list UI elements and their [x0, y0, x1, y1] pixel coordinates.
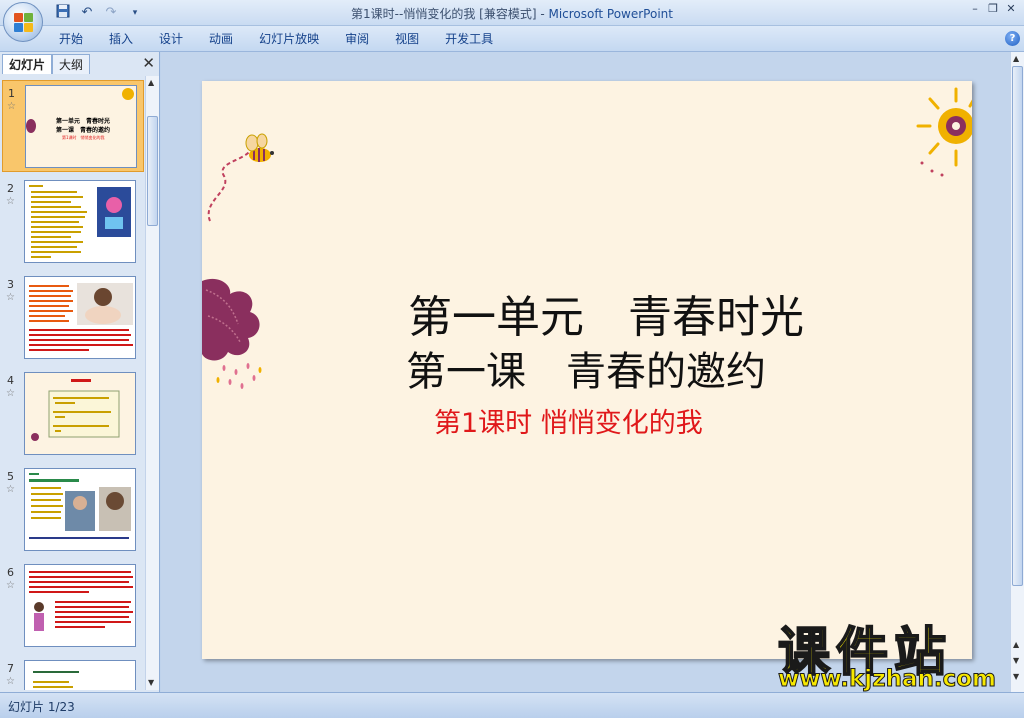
window-title: 第1课时--悄悄变化的我 [兼容模式] - Microsoft PowerPoi… [0, 5, 1024, 22]
slide-thumbnail-6[interactable]: 6 ☆ [2, 560, 144, 652]
thumbnail-image [24, 372, 136, 455]
thumbnails-scrollbar[interactable]: ▲ ▼ [145, 76, 159, 690]
minimize-icon[interactable]: – [968, 2, 982, 16]
bee-icon [207, 133, 274, 222]
restore-icon[interactable]: ❐ [986, 2, 1000, 16]
tab-review[interactable]: 审阅 [332, 26, 382, 52]
slide-scrollbar[interactable]: ▲ ▲ ▼ ▼ [1010, 52, 1024, 692]
thumbnail-image [24, 468, 136, 551]
current-slide[interactable]: 第一单元 青春时光 第一课 青春的邀约 第1课时 悄悄变化的我 [202, 81, 972, 659]
ribbon-tabs: 开始 插入 设计 动画 幻灯片放映 审阅 视图 开发工具 [46, 26, 506, 52]
thumbnail-number: 7 [7, 662, 14, 675]
scrollbar-thumb[interactable] [147, 116, 158, 226]
thumbnail-number: 4 [7, 374, 14, 387]
thumbnail-number: 2 [7, 182, 14, 195]
scroll-up-icon[interactable]: ▲ [148, 78, 154, 87]
title-bar: ↶ ↷ ▾ 第1课时--悄悄变化的我 [兼容模式] - Microsoft Po… [0, 0, 1024, 26]
sun-icon [916, 87, 972, 177]
help-icon[interactable]: ? [1005, 31, 1020, 46]
animation-star-icon: ☆ [7, 101, 16, 112]
ribbon: 开始 插入 设计 动画 幻灯片放映 审阅 视图 开发工具 ? [0, 26, 1024, 52]
slide-thumbnail-2[interactable]: 2 ☆ [2, 176, 144, 268]
office-button[interactable] [3, 2, 43, 42]
thumbnail-number: 5 [7, 470, 14, 483]
thumbnail-image [24, 276, 136, 359]
status-bar: 幻灯片 1/23 [0, 692, 1024, 718]
watermark-url: www.kjzhan.com [778, 666, 997, 693]
tab-slides[interactable]: 幻灯片 [2, 54, 53, 74]
slide-title-line1[interactable]: 第一单元 青春时光 [408, 281, 804, 345]
thumbnail-image [24, 180, 136, 263]
tab-developer[interactable]: 开发工具 [432, 26, 506, 52]
animation-star-icon: ☆ [6, 484, 15, 495]
slide-thumbnail-1[interactable]: 1 ☆ 第一单元 青春时光 第一课 青春的邀约 第1课时 悄悄变化的我 [2, 80, 144, 172]
pane-close-icon[interactable]: ✕ [142, 54, 155, 72]
tab-design[interactable]: 设计 [146, 26, 196, 52]
tab-view[interactable]: 视图 [382, 26, 432, 52]
tab-slideshow[interactable]: 幻灯片放映 [246, 26, 332, 52]
slide-thumbnail-5[interactable]: 5 ☆ [2, 464, 144, 556]
thumbnail-number: 1 [8, 87, 15, 100]
thumbnail-image [24, 660, 136, 690]
animation-star-icon: ☆ [6, 388, 15, 399]
slide-thumbnail-7[interactable]: 7 ☆ [2, 656, 144, 690]
previous-slide-icon[interactable]: ▲ [1013, 640, 1019, 649]
tab-outline[interactable]: 大纲 [52, 54, 91, 74]
slide-thumbnail-4[interactable]: 4 ☆ [2, 368, 144, 460]
scroll-down-icon[interactable]: ▼ [1013, 672, 1019, 681]
office-logo-icon [14, 13, 34, 33]
window-controls: – ❐ ✕ [968, 2, 1018, 16]
slide-indicator: 幻灯片 1/23 [8, 700, 75, 714]
thumbnail-image [24, 564, 136, 647]
slide-thumbnail-3[interactable]: 3 ☆ [2, 272, 144, 364]
scroll-up-icon[interactable]: ▲ [1013, 54, 1019, 63]
tab-insert[interactable]: 插入 [96, 26, 146, 52]
animation-star-icon: ☆ [6, 292, 15, 303]
tab-animations[interactable]: 动画 [196, 26, 246, 52]
close-icon[interactable]: ✕ [1004, 2, 1018, 16]
slide-thumbnails: 1 ☆ 第一单元 青春时光 第一课 青春的邀约 第1课时 悄悄变化的我 2 ☆ [2, 76, 144, 690]
thumbnail-title-line1: 第一单元 青春时光 [56, 118, 111, 125]
animation-star-icon: ☆ [6, 196, 15, 207]
app-name: Microsoft PowerPoint [548, 7, 673, 21]
thumbnail-sun-icon [122, 88, 134, 100]
animation-star-icon: ☆ [6, 676, 15, 687]
slide-edit-area: 第一单元 青春时光 第一课 青春的邀约 第1课时 悄悄变化的我 [161, 52, 1010, 692]
next-slide-icon[interactable]: ▼ [1013, 656, 1019, 665]
pane-tabs: 幻灯片 大纲 [2, 54, 158, 74]
tab-home[interactable]: 开始 [46, 26, 96, 52]
thumbnail-number: 3 [7, 278, 14, 291]
thumbnail-flower-icon [26, 119, 36, 133]
flower-icon [202, 278, 262, 389]
slide-subtitle[interactable]: 第1课时 悄悄变化的我 [434, 401, 703, 440]
thumbnail-subtitle: 第1课时 悄悄变化的我 [62, 135, 105, 140]
thumbnail-image: 第一单元 青春时光 第一课 青春的邀约 第1课时 悄悄变化的我 [25, 85, 137, 168]
animation-star-icon: ☆ [6, 580, 15, 591]
thumbnail-title-line2: 第一课 青春的邀约 [56, 127, 111, 134]
slides-pane: 幻灯片 大纲 ✕ 1 ☆ 第一单元 青春时光 第一课 青春的邀约 第1课时 悄悄… [0, 52, 160, 692]
scrollbar-thumb[interactable] [1012, 66, 1023, 586]
thumbnail-number: 6 [7, 566, 14, 579]
slide-title-line2[interactable]: 第一课 青春的邀约 [406, 339, 766, 397]
document-title: 第1课时--悄悄变化的我 [兼容模式] - [351, 7, 549, 21]
scroll-down-icon[interactable]: ▼ [148, 678, 154, 687]
